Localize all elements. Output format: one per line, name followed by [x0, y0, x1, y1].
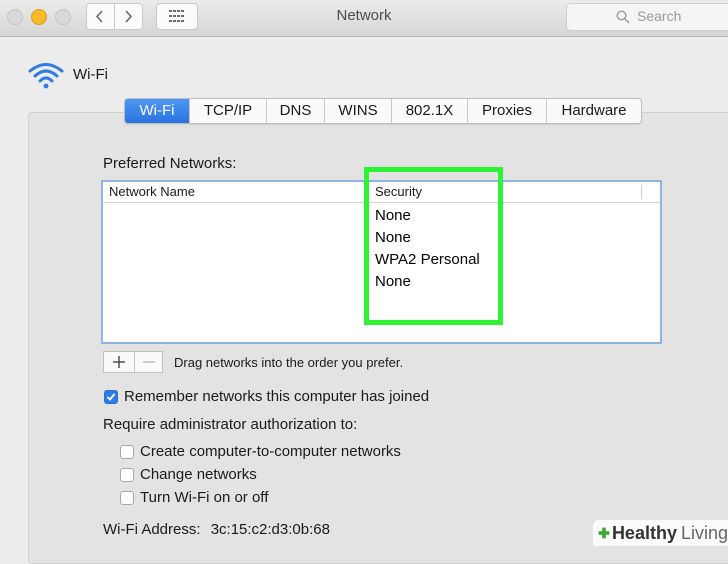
watermark-light: Living — [680, 522, 728, 543]
search-icon — [616, 10, 630, 24]
minus-icon — [143, 361, 155, 363]
toggle-wifi-label: Turn Wi-Fi on or off — [140, 489, 269, 506]
toggle-wifi-checkbox[interactable] — [120, 490, 134, 505]
title-bar: Network Search — [0, 0, 728, 37]
create-networks-checkbox[interactable] — [120, 444, 134, 459]
drag-hint: Drag networks into the order you prefer. — [174, 355, 404, 370]
tab-dns[interactable]: DNS — [267, 99, 325, 123]
wifi-address-value: 3c:15:c2:d3:0b:68 — [210, 521, 330, 538]
add-remove-control — [103, 351, 163, 373]
remember-networks-option[interactable]: Remember networks this computer has join… — [104, 388, 429, 405]
remember-networks-checkbox[interactable] — [104, 389, 118, 404]
search-field[interactable]: Search — [566, 3, 728, 31]
checkmark-icon — [106, 392, 116, 401]
toggle-wifi-option[interactable]: Turn Wi-Fi on or off — [120, 489, 268, 506]
column-divider — [641, 185, 642, 199]
wifi-icon — [28, 63, 64, 89]
interface-name: Wi-Fi — [73, 66, 108, 83]
tab-wins[interactable]: WINS — [325, 99, 392, 123]
preferred-networks-label: Preferred Networks: — [103, 155, 237, 172]
create-networks-option[interactable]: Create computer-to-computer networks — [120, 443, 401, 460]
tab-hardware[interactable]: Hardware — [547, 99, 641, 123]
change-networks-checkbox[interactable] — [120, 467, 134, 482]
watermark: Healthy Living — [593, 520, 728, 546]
remember-networks-label: Remember networks this computer has join… — [124, 388, 430, 405]
add-network-button[interactable] — [104, 352, 135, 372]
tab-proxies[interactable]: Proxies — [468, 99, 547, 123]
highlight-box — [364, 167, 503, 325]
tab-8021x[interactable]: 802.1X — [392, 99, 468, 123]
tab-wifi[interactable]: Wi-Fi — [125, 99, 190, 123]
change-networks-label: Change networks — [140, 466, 257, 483]
plus-icon — [113, 356, 125, 368]
tab-bar: Wi-Fi TCP/IP DNS WINS 802.1X Proxies Har… — [124, 98, 642, 124]
create-networks-label: Create computer-to-computer networks — [140, 443, 401, 460]
column-header-network-name[interactable]: Network Name — [109, 184, 195, 199]
search-placeholder: Search — [637, 8, 682, 24]
remove-network-button[interactable] — [135, 352, 163, 372]
wifi-address-label: Wi-Fi Address: — [103, 521, 201, 538]
tab-tcpip[interactable]: TCP/IP — [190, 99, 267, 123]
require-admin-label: Require administrator authorization to: — [103, 416, 358, 433]
cross-logo-icon — [598, 527, 610, 539]
change-networks-option[interactable]: Change networks — [120, 466, 257, 483]
watermark-bold: Healthy — [611, 522, 677, 543]
wifi-address: Wi-Fi Address: 3c:15:c2:d3:0b:68 — [103, 521, 330, 538]
